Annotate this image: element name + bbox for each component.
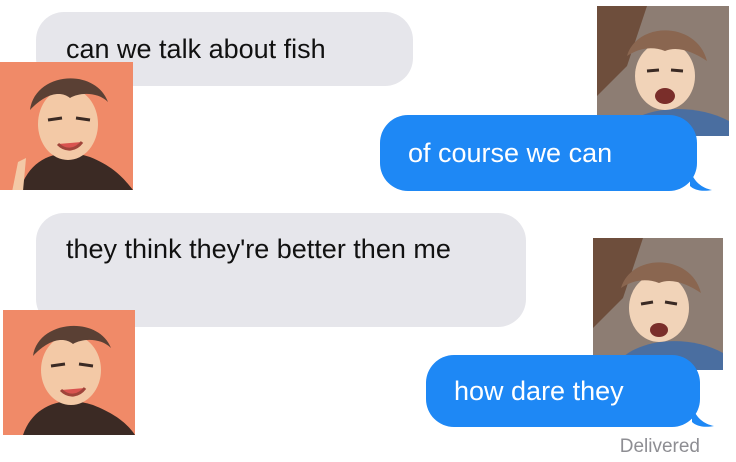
outgoing-message-bubble[interactable]: of course we can <box>380 115 697 191</box>
message-text: can we talk about fish <box>66 34 326 64</box>
outgoing-message-bubble[interactable]: how dare they <box>426 355 700 427</box>
outgoing-bubble-tail <box>692 406 716 428</box>
delivery-status: Delivered <box>619 436 700 457</box>
message-text: of course we can <box>408 138 613 168</box>
outgoing-bubble-tail <box>690 170 714 192</box>
message-text: how dare they <box>454 376 624 406</box>
right-avatar-icon <box>593 238 723 370</box>
message-text: they think they're better then me <box>66 234 451 264</box>
left-avatar-icon <box>3 310 135 435</box>
left-avatar-icon <box>0 62 133 190</box>
